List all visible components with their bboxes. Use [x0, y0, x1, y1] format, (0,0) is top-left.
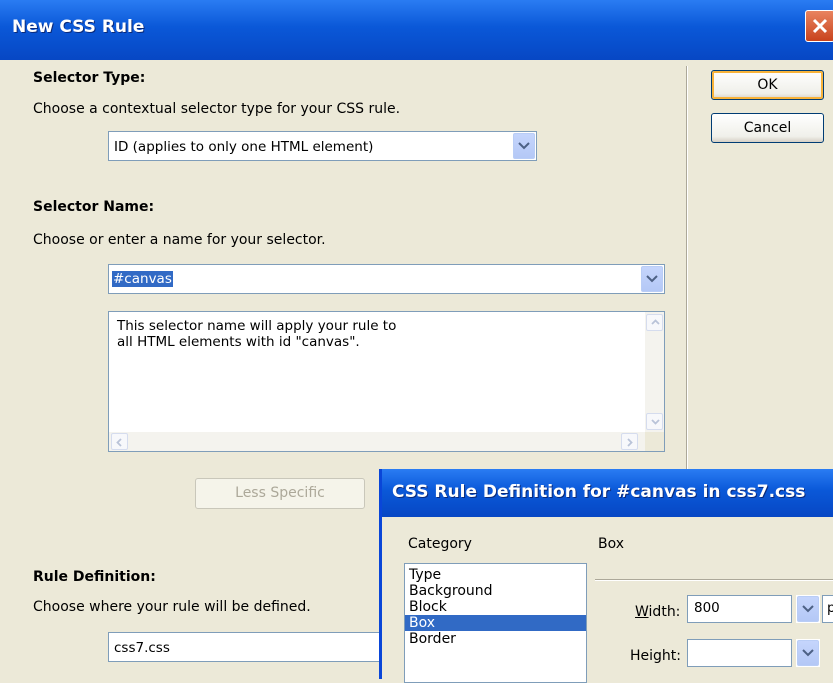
chevron-down-icon	[802, 605, 814, 613]
category-label: Category	[408, 536, 472, 552]
dropdown-arrow-button[interactable]	[513, 133, 535, 159]
dialog-title: New CSS Rule	[12, 17, 145, 37]
section-label: Box	[598, 536, 625, 552]
selector-info-text: This selector name will apply your rule …	[117, 318, 397, 350]
dropdown-arrow-button[interactable]	[797, 640, 819, 666]
title-bar: New CSS Rule	[0, 0, 833, 60]
width-value: 800	[694, 600, 720, 616]
rule-definition-heading: Rule Definition:	[33, 569, 156, 585]
width-input[interactable]: 800	[687, 595, 792, 623]
chevron-down-icon	[518, 142, 530, 150]
chevron-right-icon	[627, 438, 633, 447]
close-button[interactable]	[805, 10, 833, 42]
selector-type-dropdown[interactable]: ID (applies to only one HTML element)	[108, 131, 537, 161]
selector-name-input[interactable]: #canvas	[112, 271, 173, 287]
less-specific-button[interactable]: Less Specific	[195, 478, 365, 509]
width-label: Width:	[635, 604, 681, 620]
chevron-down-icon	[802, 649, 814, 657]
width-unit-value: p	[827, 600, 833, 616]
selector-type-description: Choose a contextual selector type for yo…	[33, 101, 401, 117]
scroll-down-button[interactable]	[646, 413, 663, 430]
chevron-down-icon	[651, 419, 660, 425]
category-item-type[interactable]: Type	[405, 567, 586, 583]
selector-type-value: ID (applies to only one HTML element)	[114, 139, 374, 155]
selector-type-heading: Selector Type:	[33, 70, 146, 86]
category-item-block[interactable]: Block	[405, 599, 586, 615]
category-item-border[interactable]: Border	[405, 631, 586, 647]
chevron-up-icon	[651, 319, 660, 325]
width-dropdown[interactable]	[796, 595, 820, 623]
rule-definition-value: css7.css	[114, 640, 170, 656]
cancel-button[interactable]: Cancel	[711, 113, 824, 143]
definition-title-bar: CSS Rule Definition for #canvas in css7.…	[382, 469, 833, 517]
selector-name-description: Choose or enter a name for your selector…	[33, 232, 326, 248]
rule-definition-dropdown[interactable]: css7.css	[108, 632, 398, 662]
scroll-up-button[interactable]	[646, 314, 663, 331]
category-list[interactable]: Type Background Block Box Border	[404, 563, 587, 683]
scroll-left-button[interactable]	[111, 433, 128, 450]
selector-name-heading: Selector Name:	[33, 199, 155, 215]
scroll-right-button[interactable]	[621, 433, 638, 450]
category-item-background[interactable]: Background	[405, 583, 586, 599]
width-unit-dropdown[interactable]: p	[822, 595, 833, 623]
css-rule-definition-dialog: CSS Rule Definition for #canvas in css7.…	[379, 469, 833, 683]
scrollbar-corner	[645, 432, 664, 451]
horizontal-scrollbar[interactable]	[109, 432, 647, 451]
selector-name-combobox[interactable]: #canvas	[108, 264, 665, 294]
height-input[interactable]	[687, 639, 792, 667]
dropdown-arrow-button[interactable]	[797, 596, 819, 622]
section-divider	[595, 579, 833, 581]
selector-info-textarea[interactable]: This selector name will apply your rule …	[108, 311, 665, 452]
category-item-box[interactable]: Box	[405, 615, 586, 631]
dropdown-arrow-button[interactable]	[641, 266, 663, 292]
definition-dialog-title: CSS Rule Definition for #canvas in css7.…	[392, 482, 806, 502]
close-icon	[812, 18, 828, 34]
vertical-separator	[686, 66, 688, 506]
rule-definition-description: Choose where your rule will be defined.	[33, 599, 311, 615]
chevron-left-icon	[116, 438, 122, 447]
ok-button[interactable]: OK	[711, 70, 824, 100]
height-dropdown[interactable]	[796, 639, 820, 667]
vertical-scrollbar[interactable]	[645, 312, 664, 432]
height-label: Height:	[630, 648, 681, 664]
chevron-down-icon	[646, 275, 658, 283]
